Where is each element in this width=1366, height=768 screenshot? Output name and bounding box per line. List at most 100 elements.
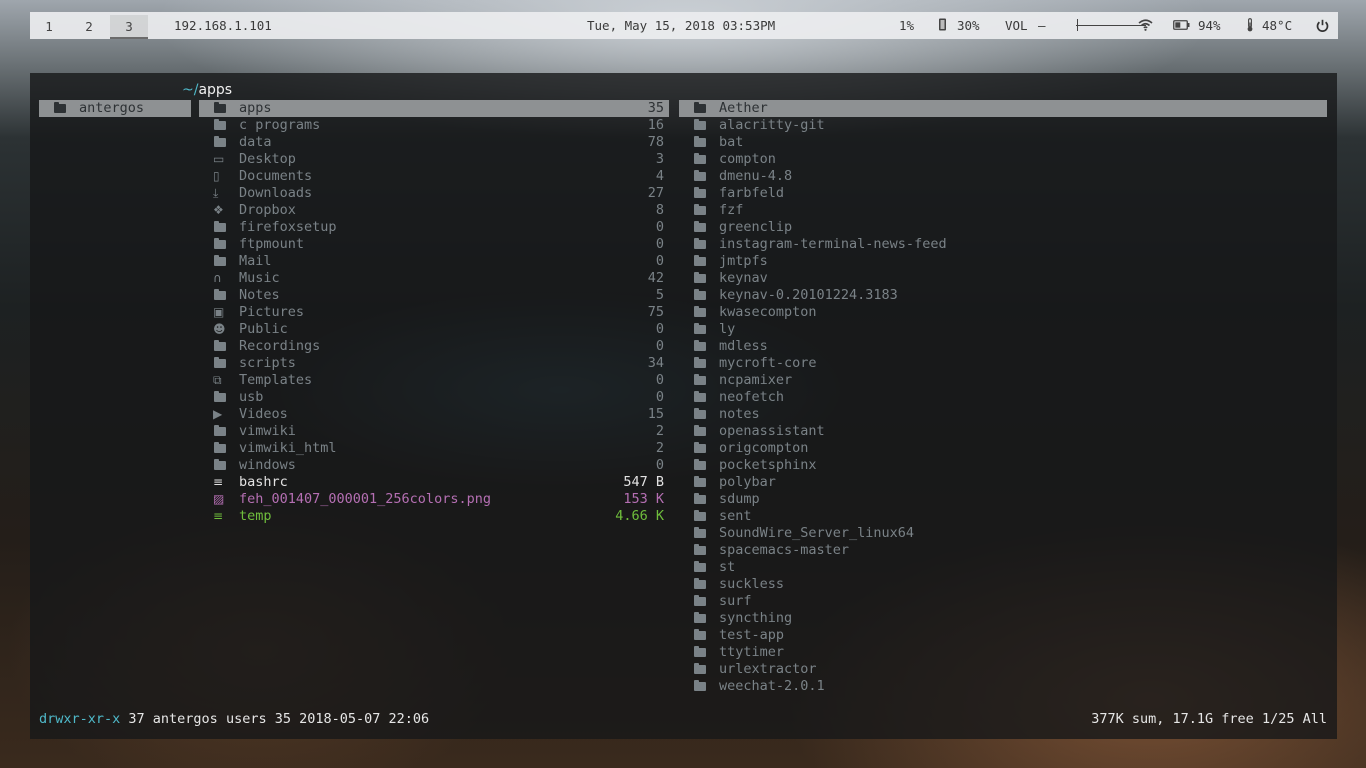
file-name: farbfeld bbox=[719, 185, 785, 201]
folder-icon bbox=[693, 338, 707, 355]
preview-list-item[interactable]: alacritty-git bbox=[679, 117, 1327, 134]
file-name: openassistant bbox=[719, 423, 825, 439]
scroll-indicator: All bbox=[1302, 711, 1327, 727]
file-size: 0 bbox=[655, 219, 664, 235]
file-list-item[interactable]: ≡ bashrc 547 B bbox=[199, 474, 669, 491]
folder-icon bbox=[213, 440, 227, 457]
preview-list-item[interactable]: kwasecompton bbox=[679, 304, 1327, 321]
preview-list-item[interactable]: urlextractor bbox=[679, 661, 1327, 678]
preview-list-item[interactable]: pocketsphinx bbox=[679, 457, 1327, 474]
preview-list-item[interactable]: dmenu-4.8 bbox=[679, 168, 1327, 185]
file-name: Music bbox=[239, 270, 280, 286]
file-list-item[interactable]: usb 0 bbox=[199, 389, 669, 406]
file-list-item[interactable]: firefoxsetup 0 bbox=[199, 219, 669, 236]
folder-icon bbox=[693, 321, 707, 338]
preview-list-item[interactable]: keynav bbox=[679, 270, 1327, 287]
preview-list-item[interactable]: openassistant bbox=[679, 423, 1327, 440]
folder-icon bbox=[693, 576, 707, 593]
folder-icon bbox=[213, 117, 227, 134]
preview-list-item[interactable]: bat bbox=[679, 134, 1327, 151]
file-list-item[interactable]: apps 35 bbox=[199, 100, 669, 117]
clock[interactable]: Tue, May 15, 2018 03:53PM bbox=[587, 12, 775, 39]
headphones-icon: ∩ bbox=[213, 271, 222, 285]
preview-list-item[interactable]: Aether bbox=[679, 100, 1327, 117]
folder-icon bbox=[213, 236, 227, 253]
workspace-2-button[interactable]: 2 bbox=[70, 15, 108, 39]
preview-list-item[interactable]: ttytimer bbox=[679, 644, 1327, 661]
file-name: test-app bbox=[719, 627, 785, 643]
file-size: 27 bbox=[647, 185, 664, 201]
preview-list-item[interactable]: keynav-0.20101224.3183 bbox=[679, 287, 1327, 304]
file-list-item[interactable]: ▶ Videos 15 bbox=[199, 406, 669, 423]
preview-list-item[interactable]: neofetch bbox=[679, 389, 1327, 406]
folder-icon bbox=[693, 151, 707, 168]
file-name: polybar bbox=[719, 474, 776, 490]
power-icon[interactable] bbox=[1316, 19, 1329, 32]
preview-list-item[interactable]: origcompton bbox=[679, 440, 1327, 457]
folder-icon bbox=[693, 593, 707, 610]
preview-list-item[interactable]: ly bbox=[679, 321, 1327, 338]
preview-list-item[interactable]: test-app bbox=[679, 627, 1327, 644]
preview-list-item[interactable]: polybar bbox=[679, 474, 1327, 491]
file-list-item[interactable]: ⤓ Downloads 27 bbox=[199, 185, 669, 202]
file-list-item[interactable]: ❖ Dropbox 8 bbox=[199, 202, 669, 219]
preview-list-item[interactable]: weechat-2.0.1 bbox=[679, 678, 1327, 695]
file-list-item[interactable]: ☻ Public 0 bbox=[199, 321, 669, 338]
folder-icon bbox=[693, 525, 707, 542]
parent-dir-item[interactable]: antergos bbox=[39, 100, 191, 117]
file-name: fzf bbox=[719, 202, 744, 218]
workspace-1-button[interactable]: 1 bbox=[30, 15, 68, 39]
file-list-item[interactable]: windows 0 bbox=[199, 457, 669, 474]
file-list-item[interactable]: ftpmount 0 bbox=[199, 236, 669, 253]
file-name: vimwiki bbox=[239, 423, 296, 439]
preview-list-item[interactable]: fzf bbox=[679, 202, 1327, 219]
file-list-item[interactable]: Notes 5 bbox=[199, 287, 669, 304]
file-name: greenclip bbox=[719, 219, 793, 235]
preview-list-item[interactable]: jmtpfs bbox=[679, 253, 1327, 270]
folder-icon bbox=[693, 440, 707, 457]
preview-list-item[interactable]: spacemacs-master bbox=[679, 542, 1327, 559]
volume-slider[interactable] bbox=[1076, 25, 1146, 26]
preview-list-item[interactable]: ncpamixer bbox=[679, 372, 1327, 389]
folder-icon bbox=[693, 185, 707, 202]
preview-list-item[interactable]: mdless bbox=[679, 338, 1327, 355]
preview-list-item[interactable]: suckless bbox=[679, 576, 1327, 593]
preview-list-item[interactable]: sdump bbox=[679, 491, 1327, 508]
file-list-item[interactable]: vimwiki_html 2 bbox=[199, 440, 669, 457]
file-list-item[interactable]: ▣ Pictures 75 bbox=[199, 304, 669, 321]
file-list-item[interactable]: Mail 0 bbox=[199, 253, 669, 270]
file-list-item[interactable]: scripts 34 bbox=[199, 355, 669, 372]
file-name: Documents bbox=[239, 168, 313, 184]
file-list-item[interactable]: ▭ Desktop 3 bbox=[199, 151, 669, 168]
preview-list-item[interactable]: mycroft-core bbox=[679, 355, 1327, 372]
file-name: suckless bbox=[719, 576, 785, 592]
file-list-item[interactable]: ⧉ Templates 0 bbox=[199, 372, 669, 389]
preview-list-item[interactable]: surf bbox=[679, 593, 1327, 610]
file-list-item[interactable]: ≡ temp 4.66 K bbox=[199, 508, 669, 525]
file-list-item[interactable]: c programs 16 bbox=[199, 117, 669, 134]
workspace-3-button[interactable]: 3 bbox=[110, 15, 148, 39]
preview-list-item[interactable]: st bbox=[679, 559, 1327, 576]
file-list-item[interactable]: ▯ Documents 4 bbox=[199, 168, 669, 185]
memory-icon bbox=[939, 18, 946, 31]
preview-list-item[interactable]: syncthing bbox=[679, 610, 1327, 627]
file-name: keynav-0.20101224.3183 bbox=[719, 287, 898, 303]
ip-address: 192.168.1.101 bbox=[174, 18, 272, 33]
file-list-item[interactable]: Recordings 0 bbox=[199, 338, 669, 355]
preview-list-item[interactable]: SoundWire_Server_linux64 bbox=[679, 525, 1327, 542]
preview-list-item[interactable]: compton bbox=[679, 151, 1327, 168]
preview-list-item[interactable]: notes bbox=[679, 406, 1327, 423]
current-directory-column: apps 35 c programs 16 data 78 ▭ Desktop 3 ▯ Docume… bbox=[199, 100, 669, 525]
folder-icon bbox=[693, 287, 707, 304]
preview-list-item[interactable]: sent bbox=[679, 508, 1327, 525]
file-list-item[interactable]: vimwiki 2 bbox=[199, 423, 669, 440]
preview-list-item[interactable]: instagram-terminal-news-feed bbox=[679, 236, 1327, 253]
file-list-item[interactable]: ▨ feh_001407_000001_256colors.png 153 K bbox=[199, 491, 669, 508]
dropbox-icon: ❖ bbox=[213, 203, 224, 217]
file-list-item[interactable]: data 78 bbox=[199, 134, 669, 151]
file-list-item[interactable]: ∩ Music 42 bbox=[199, 270, 669, 287]
wifi-icon[interactable] bbox=[1138, 19, 1153, 31]
preview-list-item[interactable]: farbfeld bbox=[679, 185, 1327, 202]
preview-list-item[interactable]: greenclip bbox=[679, 219, 1327, 236]
folder-icon bbox=[693, 202, 707, 219]
